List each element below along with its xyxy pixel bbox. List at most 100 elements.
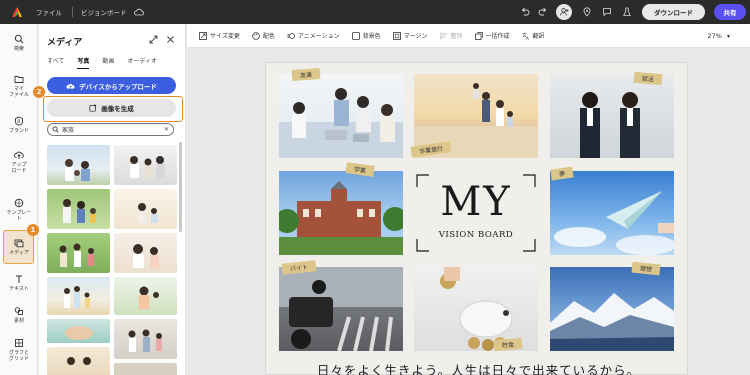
photo-thumbnail[interactable] [47, 347, 110, 375]
margin-button[interactable]: マージン [392, 31, 428, 40]
zoom-level: 27% [707, 32, 722, 40]
photo-thumbnail[interactable] [47, 189, 110, 229]
resize-icon [199, 31, 207, 40]
rail-label: テンプレー ト [6, 210, 32, 222]
photo-thumbnail[interactable] [114, 277, 177, 315]
tool-label: マージン [403, 33, 428, 40]
close-panel-icon[interactable] [166, 35, 175, 46]
board-title-block[interactable]: MY VISION BOARD [415, 173, 537, 253]
share-button[interactable]: 共有 [714, 4, 746, 20]
photo-thumbnail[interactable] [114, 233, 177, 273]
rail-item-text[interactable]: テキスト [0, 274, 38, 292]
tab-audio[interactable]: オーディオ [127, 56, 157, 69]
rail-label: 素材 [13, 318, 24, 324]
tool-label: サイズ変更 [210, 33, 240, 40]
svg-text:B: B [17, 119, 20, 125]
chevron-down-icon: ▾ [726, 33, 730, 40]
lab-flask-icon[interactable] [620, 5, 634, 19]
rail-label: ブランド [8, 128, 29, 134]
background-color-button[interactable]: 背景色 [351, 31, 381, 40]
media-panel: メディア すべて 写真 動画 オーディオ デバイスからアップロード 画像を生成 … [33, 24, 186, 375]
upload-from-device-button[interactable]: デバイスからアップロード [47, 77, 176, 94]
elements-icon [14, 307, 23, 315]
photo-job-hunting[interactable] [550, 74, 674, 158]
photo-thumbnail[interactable] [47, 277, 110, 315]
cloud-upload-icon [66, 83, 75, 89]
rail-label: メディア [9, 250, 29, 256]
editor-canvas: 友達 卒業旅行 就活 学業 MY VISION BOARD 夢 バイト 貯金 理… [187, 49, 750, 375]
download-button[interactable]: ダウンロード [642, 4, 705, 20]
photo-thumbnail[interactable] [114, 145, 177, 185]
grid-icon [15, 339, 23, 347]
search-icon [14, 34, 24, 44]
redo-icon[interactable] [536, 5, 550, 19]
photo-thumbnail[interactable] [114, 319, 177, 359]
document-title[interactable]: ビジョンボード [81, 7, 127, 17]
photo-dream[interactable] [550, 171, 674, 255]
rail-item-templates[interactable]: テンプレー ト [0, 198, 38, 222]
animation-icon [287, 32, 295, 39]
board-tagline: 日々をよく生きよう。人生は日々で出来ているから。 [316, 363, 641, 375]
tool-label: アニメーション [297, 33, 340, 40]
rail-item-elements[interactable]: 素材 [0, 306, 38, 324]
comment-icon[interactable] [600, 5, 614, 19]
rail-item-search[interactable]: 検索 [0, 34, 38, 52]
align-button[interactable]: 整列 [440, 31, 463, 40]
rail-label: テキスト [9, 286, 29, 292]
file-menu[interactable]: ファイル [36, 7, 62, 17]
photo-friends[interactable] [279, 74, 403, 158]
rail-item-brand[interactable]: B ブランド [0, 116, 38, 134]
rail-label: マイ ファイル [8, 86, 29, 98]
board-title-vision: VISION BOARD [438, 230, 514, 240]
tool-label: 配色 [262, 33, 275, 40]
panel-title: メディア [47, 38, 83, 48]
photo-part-time-job[interactable] [279, 267, 403, 351]
generate-label: 画像を生成 [101, 105, 134, 113]
close-icon[interactable]: ✕ [164, 126, 169, 133]
rail-item-graphs-grids[interactable]: グラフと グリッド [0, 338, 38, 362]
upload-label: デバイスからアップロード [79, 82, 157, 91]
rail-item-media[interactable]: メディア [0, 238, 38, 256]
rail-item-my-files[interactable]: マイ ファイル [0, 74, 38, 98]
photo-thumbnail[interactable] [47, 145, 110, 185]
tab-all[interactable]: すべて [47, 56, 64, 69]
generate-image-button[interactable]: 画像を生成 [47, 99, 176, 117]
board-title-my: MY [440, 179, 512, 225]
vision-board[interactable]: 友達 卒業旅行 就活 学業 MY VISION BOARD 夢 バイト 貯金 理… [265, 62, 688, 375]
align-icon [440, 32, 447, 39]
step-badge-2: 2 [33, 86, 45, 98]
svg-text:A: A [526, 35, 529, 39]
color-scheme-button[interactable]: 配色 [252, 31, 275, 40]
step-badge-1: 1 [27, 224, 39, 236]
resize-button[interactable]: サイズ変更 [199, 31, 240, 40]
undo-icon[interactable] [518, 5, 532, 19]
app-logo-icon[interactable] [10, 5, 24, 19]
tab-videos[interactable]: 動画 [102, 56, 114, 69]
location-pin-icon[interactable] [580, 5, 594, 19]
tool-label: 一括作成 [485, 33, 510, 40]
folder-icon [14, 76, 24, 83]
zoom-control[interactable]: 27% ▾ [707, 32, 730, 40]
photo-thumbnail[interactable] [47, 319, 110, 343]
text-icon [16, 275, 22, 283]
media-search-input[interactable]: 家族 ✕ [47, 123, 174, 136]
photo-thumbnail[interactable] [114, 189, 177, 229]
photo-thumbnail[interactable] [47, 233, 110, 273]
photo-thumbnail[interactable] [114, 363, 177, 375]
translate-icon: 文A [522, 32, 529, 40]
background-icon [351, 31, 360, 40]
invite-user-icon[interactable] [556, 4, 572, 20]
brand-icon: B [15, 116, 23, 126]
expand-icon[interactable] [149, 35, 158, 46]
cloud-sync-icon [132, 5, 146, 19]
bulk-create-button[interactable]: 一括作成 [474, 31, 510, 40]
rail-item-upload[interactable]: アップ ロード [0, 150, 38, 174]
tab-photos[interactable]: 写真 [77, 56, 90, 69]
panel-scrollbar[interactable] [179, 142, 182, 232]
divider [72, 7, 73, 17]
animation-button[interactable]: アニメーション [287, 31, 340, 40]
photo-study[interactable] [279, 171, 403, 255]
photo-results-grid [47, 145, 179, 375]
photo-ideal[interactable] [550, 267, 674, 351]
translate-button[interactable]: 文A 翻訳 [522, 31, 545, 41]
